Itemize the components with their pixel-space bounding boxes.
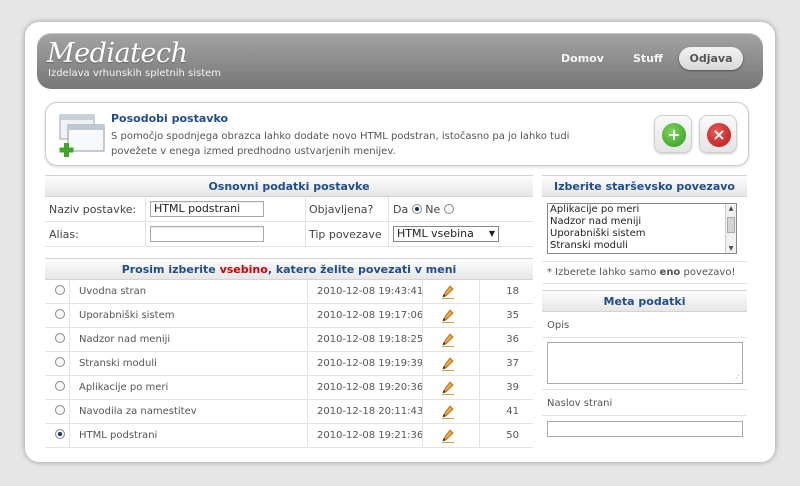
row-date: 2010-12-08 19:43:41 — [317, 286, 424, 297]
table-row[interactable]: Uporabniški sistem 2010-12-08 19:17:06 35 — [45, 304, 533, 328]
page-title-input[interactable] — [547, 421, 743, 437]
list-item[interactable]: Nadzor nad meniji — [550, 216, 736, 228]
link-type-select[interactable]: HTML vsebina ▼ — [393, 226, 499, 242]
description-textarea[interactable]: ⋰ — [547, 342, 743, 384]
plus-icon: + — [662, 123, 686, 147]
content-list: Uvodna stran 2010-12-08 19:43:41 18 Uporabn… — [45, 280, 533, 448]
content-heading: Prosim izberite vsebino, katero želite p… — [45, 258, 533, 280]
description-label: Opis — [547, 320, 570, 331]
window-add-icon — [59, 114, 105, 157]
parent-link-panel: Izberite starševsko povezavo Aplikacije … — [542, 175, 747, 284]
table-row[interactable]: Aplikacije po meri 2010-12-08 19:20:36 39 — [45, 376, 533, 400]
content-heading-text: Prosim izberite — [121, 263, 220, 276]
table-row[interactable]: Navodila za namestitev 2010-12-18 20:11:4… — [45, 400, 533, 424]
meta-panel: Meta podatki Opis ⋰ Naslov strani — [542, 290, 747, 437]
row-id: 18 — [506, 286, 519, 297]
content-panel: Prosim izberite vsebino, katero želite p… — [45, 258, 533, 448]
add-button[interactable]: + — [654, 115, 692, 153]
row-title: Aplikacije po meri — [79, 382, 169, 393]
pencil-icon[interactable] — [442, 309, 454, 323]
basic-data-heading: Osnovni podatki postavke — [45, 175, 533, 197]
pencil-icon[interactable] — [442, 429, 454, 443]
header-bar: Mediatech Izdelava vrhunskih spletnih si… — [37, 33, 763, 89]
row-id: 41 — [506, 406, 519, 417]
alias-input[interactable] — [150, 226, 264, 242]
page-container: Mediatech Izdelava vrhunskih spletnih si… — [25, 22, 775, 462]
list-item[interactable]: Uporabniški sistem — [550, 228, 736, 240]
pencil-icon[interactable] — [442, 381, 454, 395]
pencil-icon[interactable] — [442, 405, 454, 419]
row-title: Stranski moduli — [79, 358, 157, 369]
info-text: S pomočjo spodnjega obrazca lahko dodate… — [111, 131, 570, 157]
meta-heading: Meta podatki — [542, 290, 747, 312]
pencil-icon[interactable] — [442, 333, 454, 347]
info-panel: Posodobi postavko S pomočjo spodnjega ob… — [45, 102, 749, 166]
row-title: Navodila za namestitev — [79, 406, 197, 417]
row-radio[interactable] — [55, 309, 65, 319]
link-type-label: Tip povezave — [309, 228, 382, 241]
row-radio[interactable] — [55, 381, 65, 391]
link-type-value: HTML vsebina — [397, 227, 474, 240]
row-title: HTML podstrani — [79, 430, 158, 441]
row-title: Nadzor nad meniji — [79, 334, 171, 345]
content-heading-text-end: , katero želite povezati v meni — [267, 263, 457, 276]
info-title: Posodobi postavko — [111, 112, 229, 125]
table-row[interactable]: Stranski moduli 2010-12-08 19:19:39 37 — [45, 352, 533, 376]
parent-link-hint: * Izberete lahko samo eno povezavo! — [547, 267, 736, 278]
row-date: 2010-12-08 19:18:25 — [317, 334, 424, 345]
row-date: 2010-12-08 19:19:39 — [317, 358, 424, 369]
basic-row-name: Naziv postavke: HTML podstrani Objavljen… — [45, 197, 533, 222]
row-date: 2010-12-08 19:20:36 — [317, 382, 424, 393]
row-date: 2010-12-08 19:17:06 — [317, 310, 424, 321]
chevron-down-icon: ▼ — [488, 229, 495, 238]
published-options: Da Ne — [393, 197, 454, 222]
page-title-label: Naslov strani — [547, 398, 613, 409]
pencil-icon[interactable] — [442, 285, 454, 299]
parent-link-heading: Izberite starševsko povezavo — [542, 175, 747, 197]
name-input[interactable]: HTML podstrani — [150, 201, 264, 217]
nav-stuff-link[interactable]: Stuff — [633, 52, 663, 65]
logout-button[interactable]: Odjava — [679, 47, 743, 70]
basic-row-alias: Alias: Tip povezave HTML vsebina ▼ — [45, 222, 533, 247]
table-row[interactable]: Uvodna stran 2010-12-08 19:43:41 18 — [45, 280, 533, 304]
row-radio[interactable] — [55, 333, 65, 343]
published-label: Objavljena? — [309, 203, 374, 216]
table-row[interactable]: HTML podstrani 2010-12-08 19:21:36 50 — [45, 424, 533, 448]
close-icon: × — [707, 123, 731, 147]
list-item[interactable]: Stranski moduli — [550, 240, 736, 252]
row-title: Uporabniški sistem — [79, 310, 175, 321]
row-id: 37 — [506, 358, 519, 369]
alias-label: Alias: — [49, 228, 79, 241]
row-date: 2010-12-18 20:11:43 — [317, 406, 424, 417]
listbox-scrollbar[interactable]: ▲ ▼ — [725, 204, 736, 253]
content-heading-highlight: vsebino — [219, 263, 268, 276]
row-radio[interactable] — [55, 405, 65, 415]
logo: Mediatech — [47, 38, 188, 69]
basic-data-panel: Osnovni podatki postavke Naziv postavke:… — [45, 175, 533, 247]
row-id: 35 — [506, 310, 519, 321]
row-title: Uvodna stran — [79, 286, 147, 297]
row-radio[interactable] — [55, 285, 65, 295]
delete-button[interactable]: × — [699, 115, 737, 153]
row-id: 36 — [506, 334, 519, 345]
row-id: 50 — [506, 430, 519, 441]
row-radio[interactable] — [55, 429, 65, 439]
nav-home-link[interactable]: Domov — [561, 52, 604, 65]
yes-label: Da — [393, 203, 409, 216]
table-row[interactable]: Nadzor nad meniji 2010-12-08 19:18:25 36 — [45, 328, 533, 352]
yes-radio[interactable] — [411, 204, 422, 214]
no-radio[interactable] — [443, 204, 454, 214]
no-label: Ne — [425, 203, 441, 216]
pencil-icon[interactable] — [442, 357, 454, 371]
row-radio[interactable] — [55, 357, 65, 367]
list-item[interactable]: Aplikacije po meri — [550, 204, 736, 216]
tagline: Izdelava vrhunskih spletnih sistem — [48, 68, 222, 79]
resize-grip-icon[interactable]: ⋰ — [733, 374, 740, 382]
row-date: 2010-12-08 19:21:36 — [317, 430, 424, 441]
row-id: 39 — [506, 382, 519, 393]
name-label: Naziv postavke: — [49, 203, 137, 216]
parent-link-listbox[interactable]: Aplikacije po meri Nadzor nad meniji Upo… — [547, 203, 737, 254]
